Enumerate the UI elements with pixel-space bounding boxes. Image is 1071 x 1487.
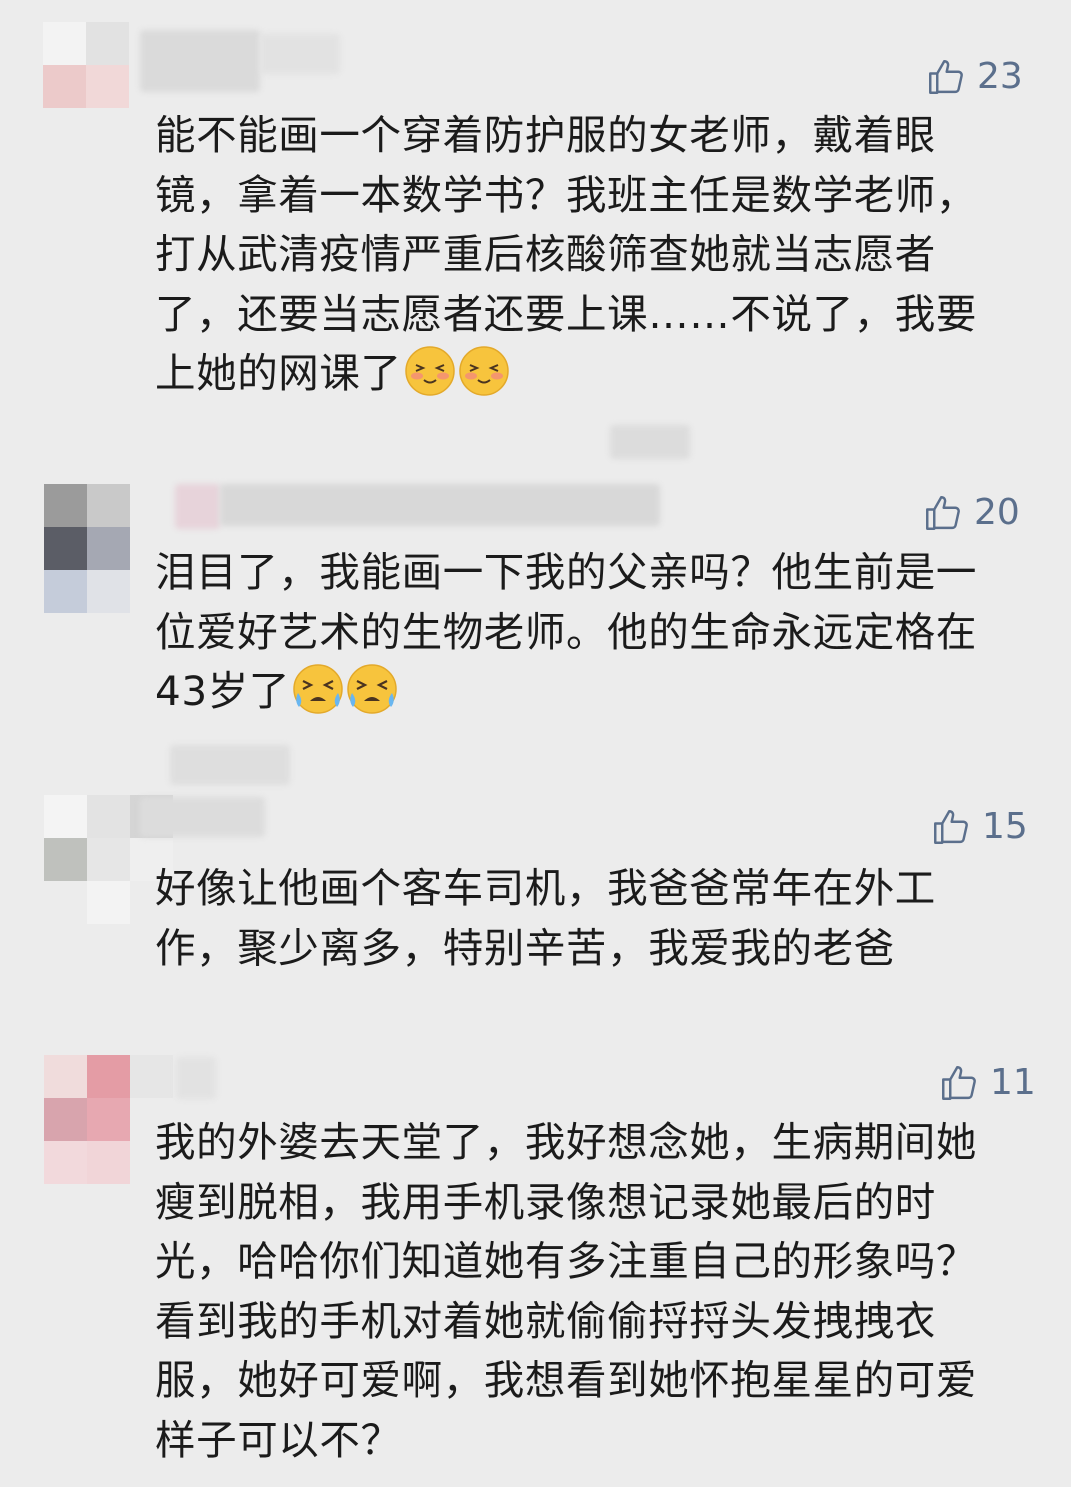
username-redacted bbox=[260, 34, 340, 74]
username-redacted bbox=[220, 484, 660, 526]
thumbs-up-icon bbox=[942, 1066, 976, 1100]
like-button[interactable]: 15 bbox=[930, 806, 1028, 848]
comment-text: 能不能画一个穿着防护服的女老师，戴着眼镜，拿着一本数学书？我班主任是数学老师，打… bbox=[155, 111, 977, 397]
crying-emoji bbox=[293, 664, 343, 714]
redacted-area bbox=[610, 425, 690, 459]
avatar[interactable] bbox=[43, 22, 129, 108]
username-redacted[interactable] bbox=[140, 30, 260, 92]
shy-emoji bbox=[404, 346, 455, 396]
like-count: 15 bbox=[982, 806, 1028, 847]
username-redacted[interactable] bbox=[140, 797, 265, 837]
redacted-area bbox=[170, 745, 290, 785]
like-button[interactable]: 20 bbox=[922, 492, 1020, 534]
username-redacted[interactable] bbox=[175, 484, 220, 529]
like-count: 23 bbox=[977, 56, 1023, 97]
like-count: 11 bbox=[990, 1062, 1036, 1103]
avatar[interactable] bbox=[44, 1055, 173, 1184]
like-count: 20 bbox=[974, 492, 1020, 533]
like-button[interactable]: 23 bbox=[925, 56, 1023, 98]
thumbs-up-icon bbox=[929, 60, 963, 94]
shy-emoji bbox=[458, 346, 509, 396]
comment-text: 泪目了，我能画一下我的父亲吗？他生前是一位爱好艺术的生物老师。他的生命永远定格在… bbox=[155, 548, 977, 715]
crying-emoji bbox=[347, 664, 397, 714]
avatar[interactable] bbox=[44, 484, 130, 613]
like-button[interactable]: 11 bbox=[938, 1062, 1036, 1104]
comment-text: 好像让他画个客车司机，我爸爸常年在外工作，聚少离多，特别辛苦，我爱我的老爸 bbox=[155, 864, 936, 972]
thumbs-up-icon bbox=[934, 810, 968, 844]
thumbs-up-icon bbox=[926, 496, 960, 530]
username-redacted[interactable] bbox=[176, 1057, 216, 1099]
comment-text: 我的外婆去天堂了，我好想念她，生病期间她瘦到脱相，我用手机录像想记录她最后的时光… bbox=[155, 1118, 977, 1464]
